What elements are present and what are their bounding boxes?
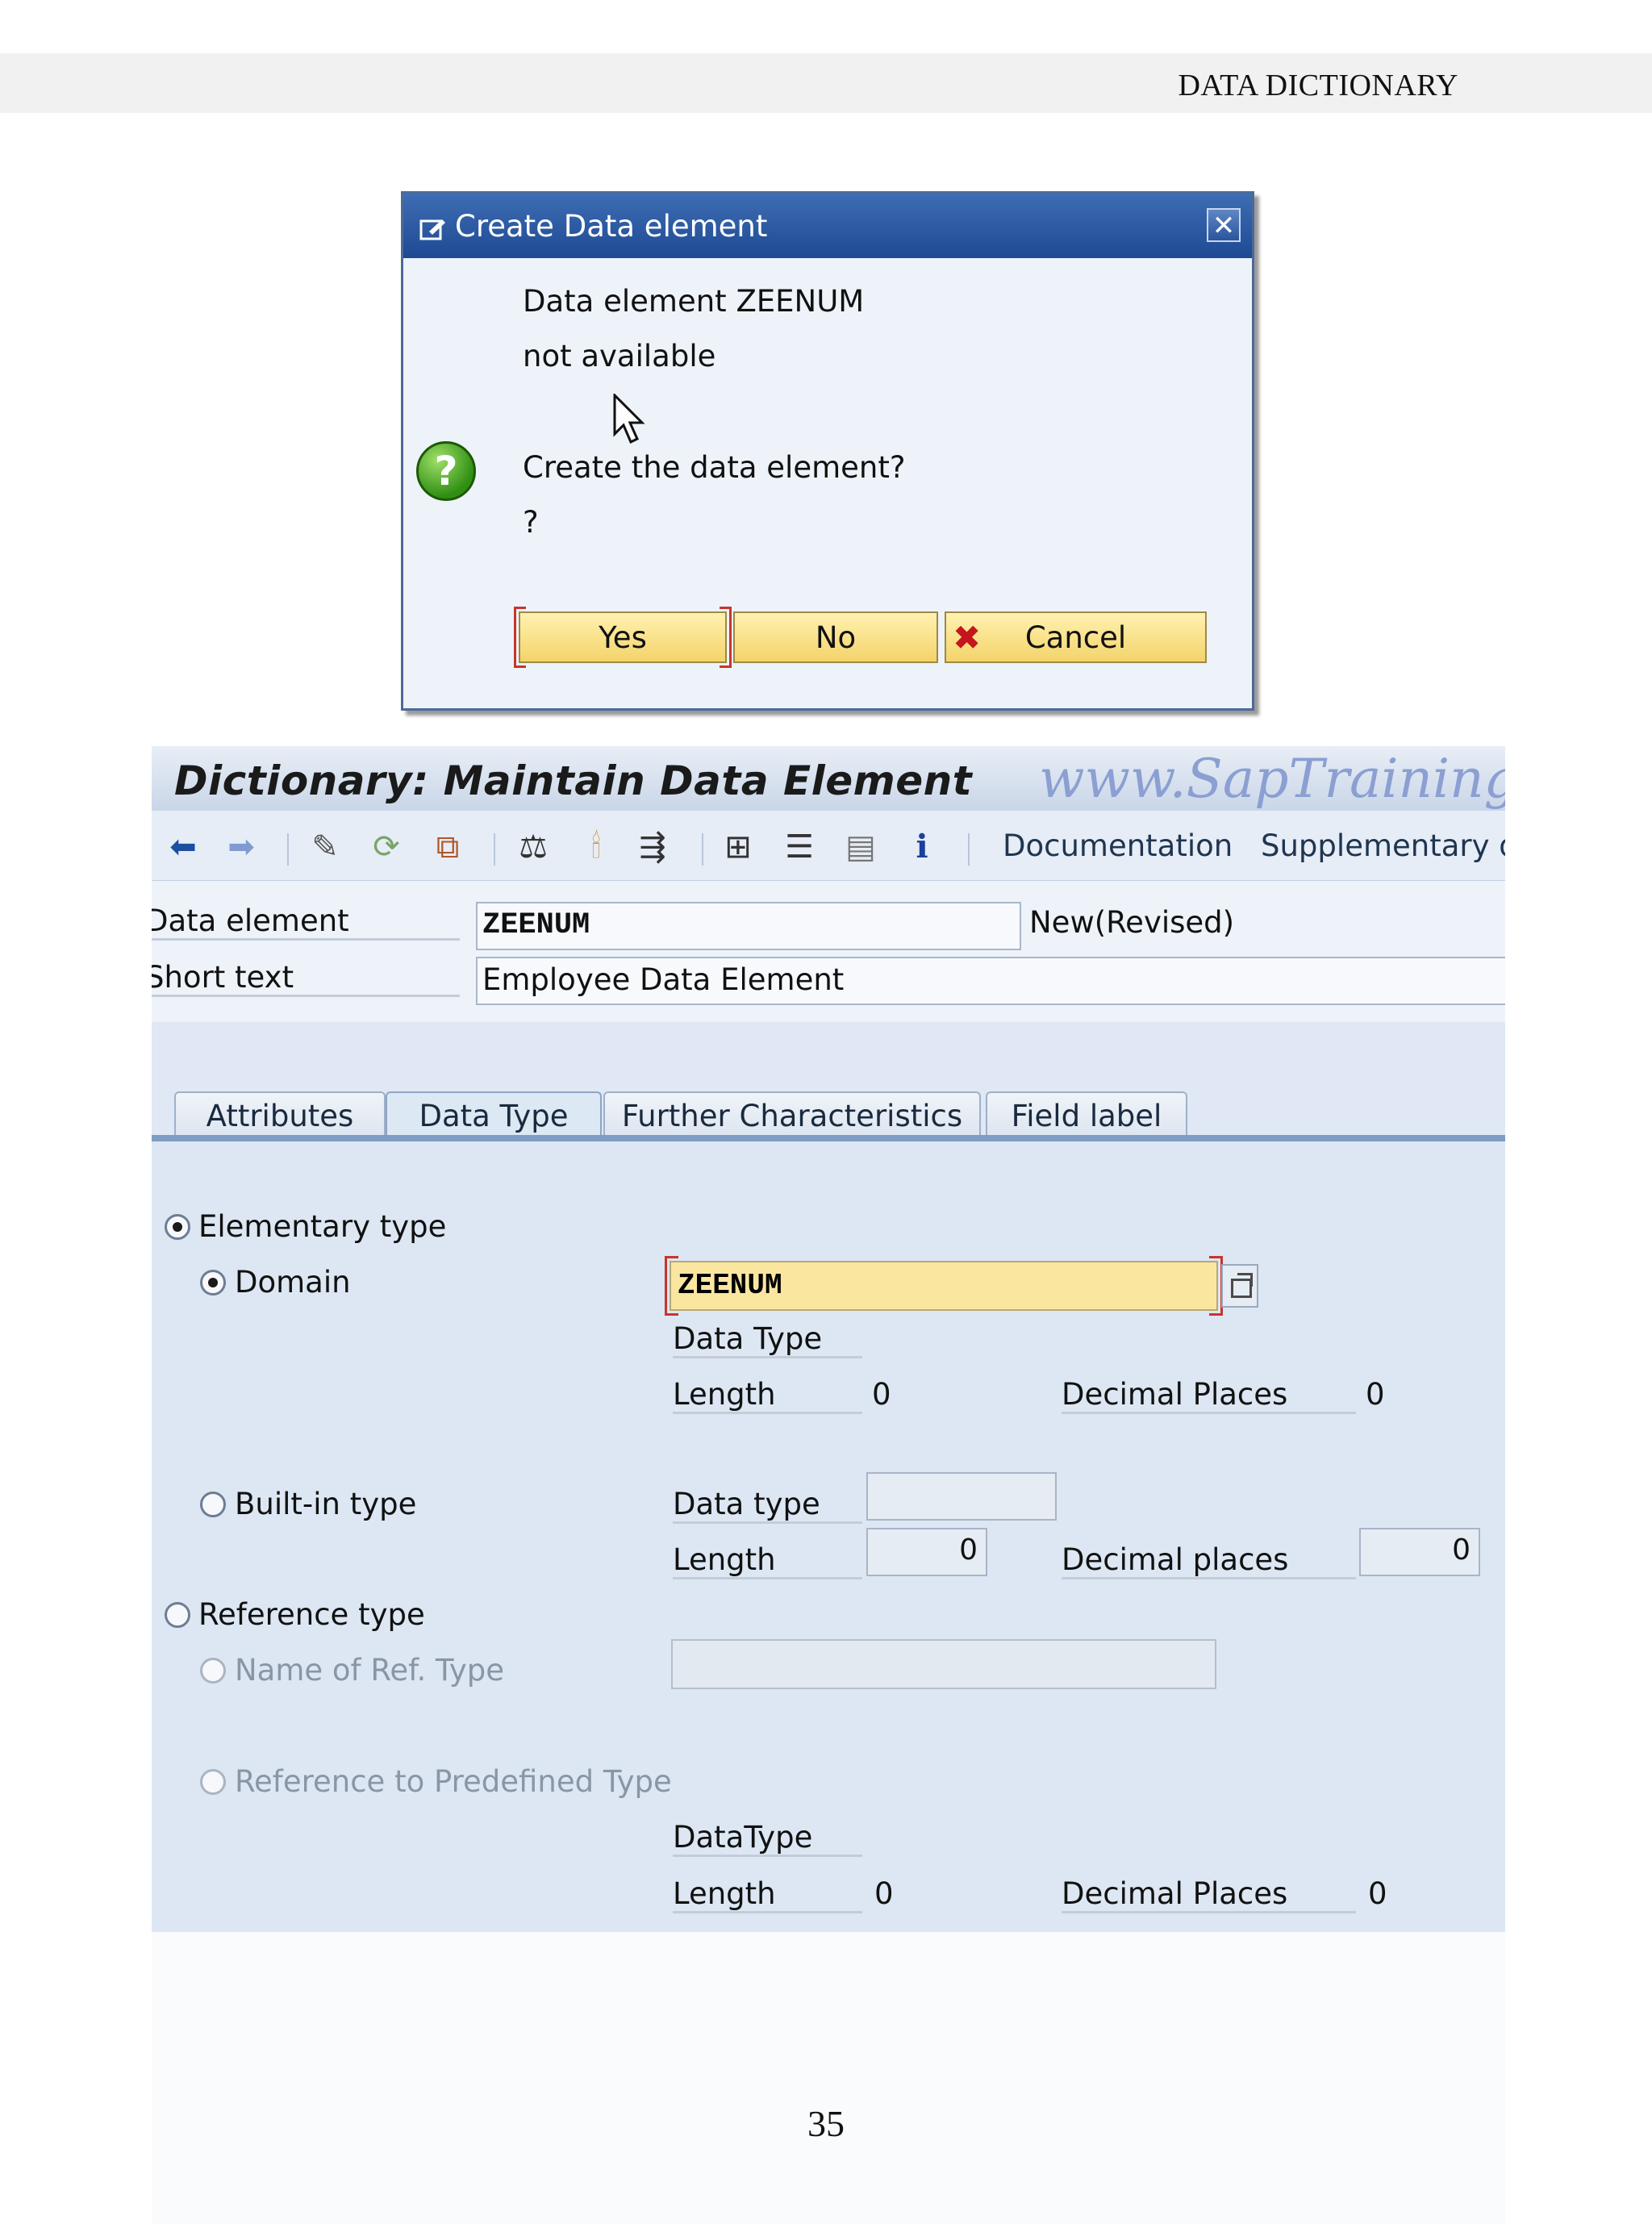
hierarchy-icon[interactable]: ⊞ <box>720 828 757 866</box>
watermark: www.SapTraining <box>1039 748 1505 810</box>
info-icon[interactable]: ℹ <box>903 828 941 866</box>
domain-length-value: 0 <box>872 1377 891 1412</box>
no-button[interactable]: No <box>733 611 938 663</box>
builtin-length-label: Length <box>673 1542 862 1579</box>
documentation-button[interactable]: Documentation <box>1003 828 1233 863</box>
where-used-icon[interactable]: ⇶ <box>634 828 671 866</box>
ref-length-label: Length <box>673 1876 862 1913</box>
ref-decimal-value: 0 <box>1368 1876 1387 1911</box>
reference-type-radio[interactable] <box>165 1602 190 1628</box>
dialog-title: Create Data element <box>455 208 768 244</box>
domain-input[interactable]: ZEENUM <box>665 1256 1223 1316</box>
dialog-message-line3: Create the data element? <box>523 450 906 485</box>
cancel-label: Cancel <box>1024 620 1127 655</box>
tab-underline <box>152 1135 1505 1141</box>
domain-decimal-value: 0 <box>1366 1377 1385 1412</box>
back-arrow-icon[interactable]: ⬅ <box>165 828 202 866</box>
dialog-title-bar: Create Data element ✕ <box>403 194 1252 258</box>
tab-attributes[interactable]: Attributes <box>174 1091 386 1140</box>
ref-decimal-label: Decimal Places <box>1062 1876 1356 1913</box>
builtin-data-type-label: Data type <box>673 1487 862 1524</box>
domain-data-type-label: Data Type <box>673 1321 862 1358</box>
domain-length-label: Length <box>673 1377 862 1414</box>
supplementary-button[interactable]: Supplementary dc <box>1261 828 1505 863</box>
application-toolbar: ⬅ ➡ ✎ ⟳ ⧉ ⚖ 🕯 ⇶ ⊞ ☰ ▤ ℹ Documentation Su… <box>152 811 1505 881</box>
domain-label: Domain <box>235 1265 351 1300</box>
create-data-element-dialog: Create Data element ✕ Data element ZEENU… <box>401 191 1254 711</box>
close-icon[interactable]: ✕ <box>1207 208 1241 242</box>
domain-radio[interactable] <box>200 1270 226 1296</box>
builtin-data-type-field[interactable] <box>866 1472 1057 1521</box>
data-element-label: Data element <box>152 903 460 941</box>
value-help-icon[interactable] <box>1221 1264 1258 1308</box>
tab-further-characteristics[interactable]: Further Characteristics <box>603 1091 981 1140</box>
cancel-button[interactable]: ✖ Cancel <box>945 611 1207 663</box>
navigation-window-icon[interactable]: ▤ <box>842 828 879 866</box>
mouse-cursor-icon <box>613 392 645 449</box>
toolbar-separator <box>968 833 970 866</box>
activate-icon[interactable]: 🕯 <box>578 828 615 866</box>
page-header-band: DATA DICTIONARY <box>0 53 1652 113</box>
builtin-length-field[interactable]: 0 <box>866 1528 987 1576</box>
data-type-tab-content: Elementary type Domain ZEENUM Data Type … <box>152 1141 1505 1932</box>
header-fields-area: Data element ZEENUM New(Revised) Short t… <box>152 881 1505 1022</box>
builtin-decimal-label: Decimal places <box>1062 1542 1356 1579</box>
cancel-x-icon: ✖ <box>953 618 982 657</box>
elementary-type-label: Elementary type <box>198 1209 447 1244</box>
dialog-message-line4: ? <box>523 505 539 540</box>
reference-type-label: Reference type <box>198 1597 425 1632</box>
object-list-icon[interactable]: ☰ <box>781 828 818 866</box>
forward-arrow-icon[interactable]: ➡ <box>223 828 260 866</box>
domain-decimal-label: Decimal Places <box>1062 1377 1356 1414</box>
elementary-type-radio[interactable] <box>165 1214 190 1240</box>
toolbar-separator <box>494 833 495 866</box>
section-title: DATA DICTIONARY <box>1178 69 1458 102</box>
builtin-decimal-field[interactable]: 0 <box>1359 1528 1480 1576</box>
page-number: 35 <box>807 2103 845 2144</box>
builtin-type-label: Built-in type <box>235 1487 417 1521</box>
question-icon: ? <box>416 441 476 501</box>
dialog-message-line2: not available <box>523 339 716 373</box>
active-inactive-icon[interactable]: ⟳ <box>368 828 405 866</box>
ref-predefined-radio[interactable] <box>200 1769 226 1795</box>
name-ref-type-label: Name of Ref. Type <box>235 1653 504 1688</box>
toolbar-separator <box>702 833 703 866</box>
status-text: New(Revised) <box>1029 905 1235 940</box>
ref-predefined-label: Reference to Predefined Type <box>235 1764 672 1799</box>
name-ref-type-field[interactable] <box>671 1639 1216 1689</box>
dialog-message-line1: Data element ZEENUM <box>523 284 865 319</box>
toolbar-separator <box>287 833 289 866</box>
ref-length-value: 0 <box>874 1876 894 1911</box>
screen-title: Dictionary: Maintain Data Element <box>174 757 973 804</box>
short-text-field[interactable]: Employee Data Element <box>476 957 1505 1005</box>
maintain-data-element-screen: Dictionary: Maintain Data Element www.Sa… <box>152 746 1505 1932</box>
edit-icon <box>419 214 447 240</box>
builtin-type-radio[interactable] <box>200 1492 226 1517</box>
page-background-fill <box>152 1932 1505 2224</box>
other-object-icon[interactable]: ⧉ <box>429 828 466 866</box>
yes-button[interactable]: Yes <box>514 607 732 668</box>
short-text-label: Short text <box>152 960 460 997</box>
display-change-icon[interactable]: ✎ <box>307 828 344 866</box>
tab-field-label[interactable]: Field label <box>986 1091 1187 1140</box>
ref-data-type-label: DataType <box>673 1820 862 1857</box>
check-icon[interactable]: ⚖ <box>515 828 552 866</box>
tab-data-type[interactable]: Data Type <box>386 1091 602 1140</box>
name-ref-type-radio[interactable] <box>200 1658 226 1684</box>
screen-title-bar: Dictionary: Maintain Data Element www.Sa… <box>152 746 1505 811</box>
data-element-field[interactable]: ZEENUM <box>476 902 1021 950</box>
tab-strip: Attributes Data Type Further Characteris… <box>152 1085 1505 1141</box>
